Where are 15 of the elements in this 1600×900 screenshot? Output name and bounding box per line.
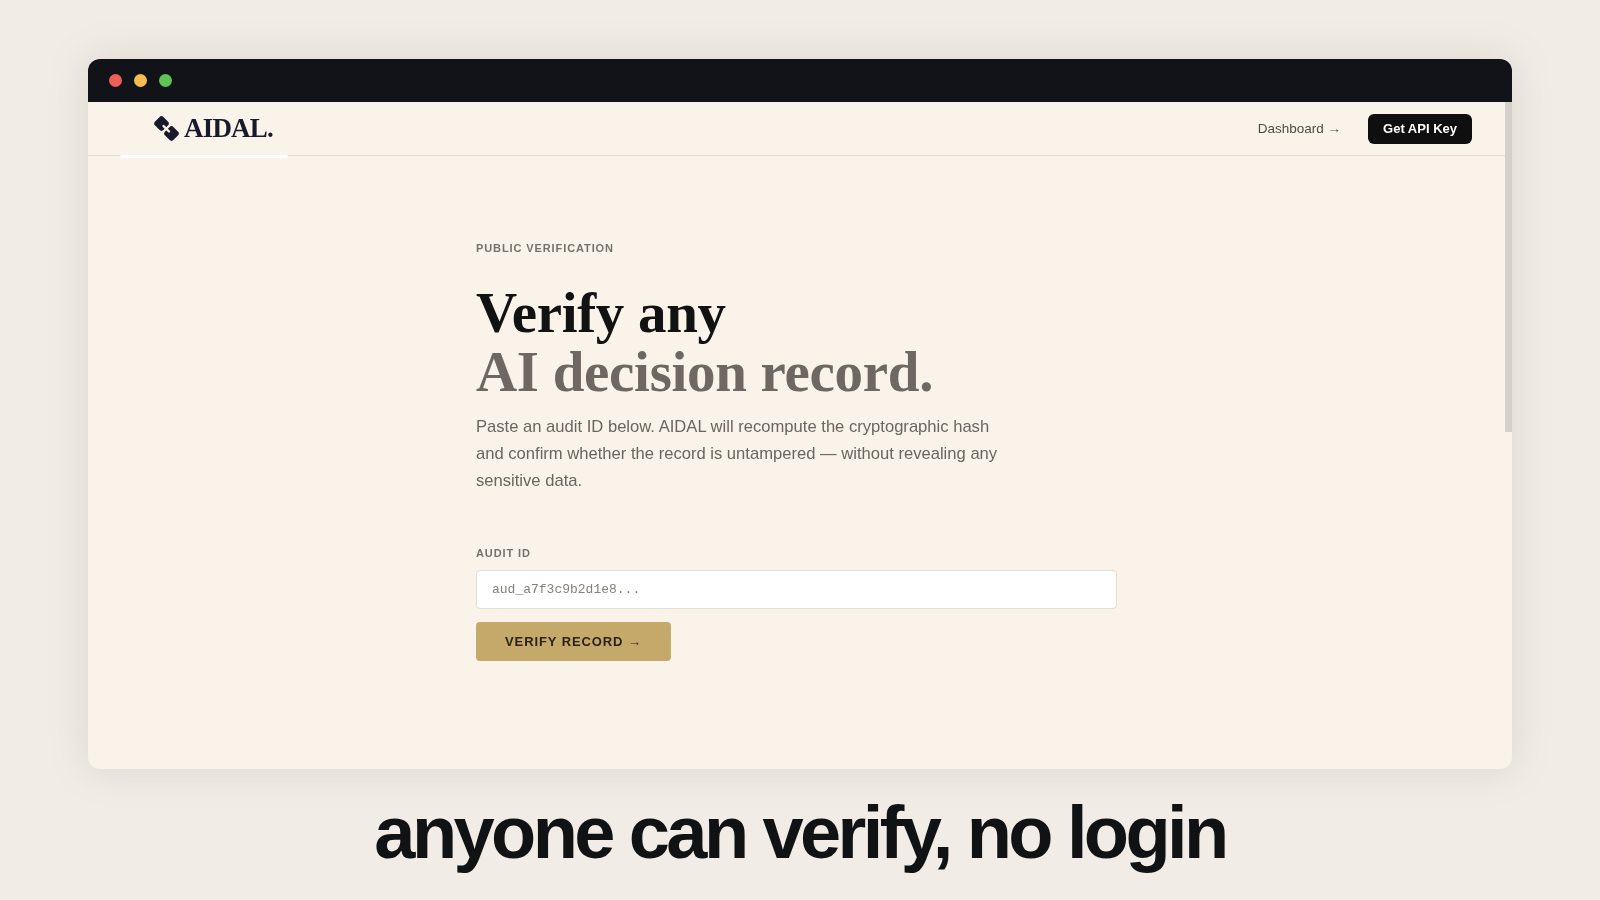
page-description: Paste an audit ID below. AIDAL will recompute the cryptographic hash and confirm whether the record is untampered — without revealing any sensitive data. — [476, 416, 999, 492]
field-label: AUDIT ID — [476, 546, 531, 560]
logo-icon — [153, 115, 180, 142]
audit-id-input[interactable]: aud_a7f3c9b2d1e8... — [476, 570, 1117, 609]
brand-name: AIDAL. — [184, 115, 273, 142]
section-label: PUBLIC VERIFICATION — [476, 241, 614, 255]
minimize-button[interactable] — [134, 74, 147, 87]
get-api-key-button[interactable]: Get API Key — [1368, 113, 1472, 144]
maximize-button[interactable] — [159, 74, 172, 87]
verify-record-button[interactable]: VERIFY RECORD → — [476, 622, 671, 661]
close-button[interactable] — [109, 74, 122, 87]
dashboard-link[interactable]: Dashboard → — [1257, 121, 1342, 136]
scrollbar-thumb[interactable] — [1505, 102, 1512, 432]
page-heading: Verify any AI decision record. — [476, 283, 934, 401]
caption-text: anyone can verify, no login — [374, 791, 1226, 875]
